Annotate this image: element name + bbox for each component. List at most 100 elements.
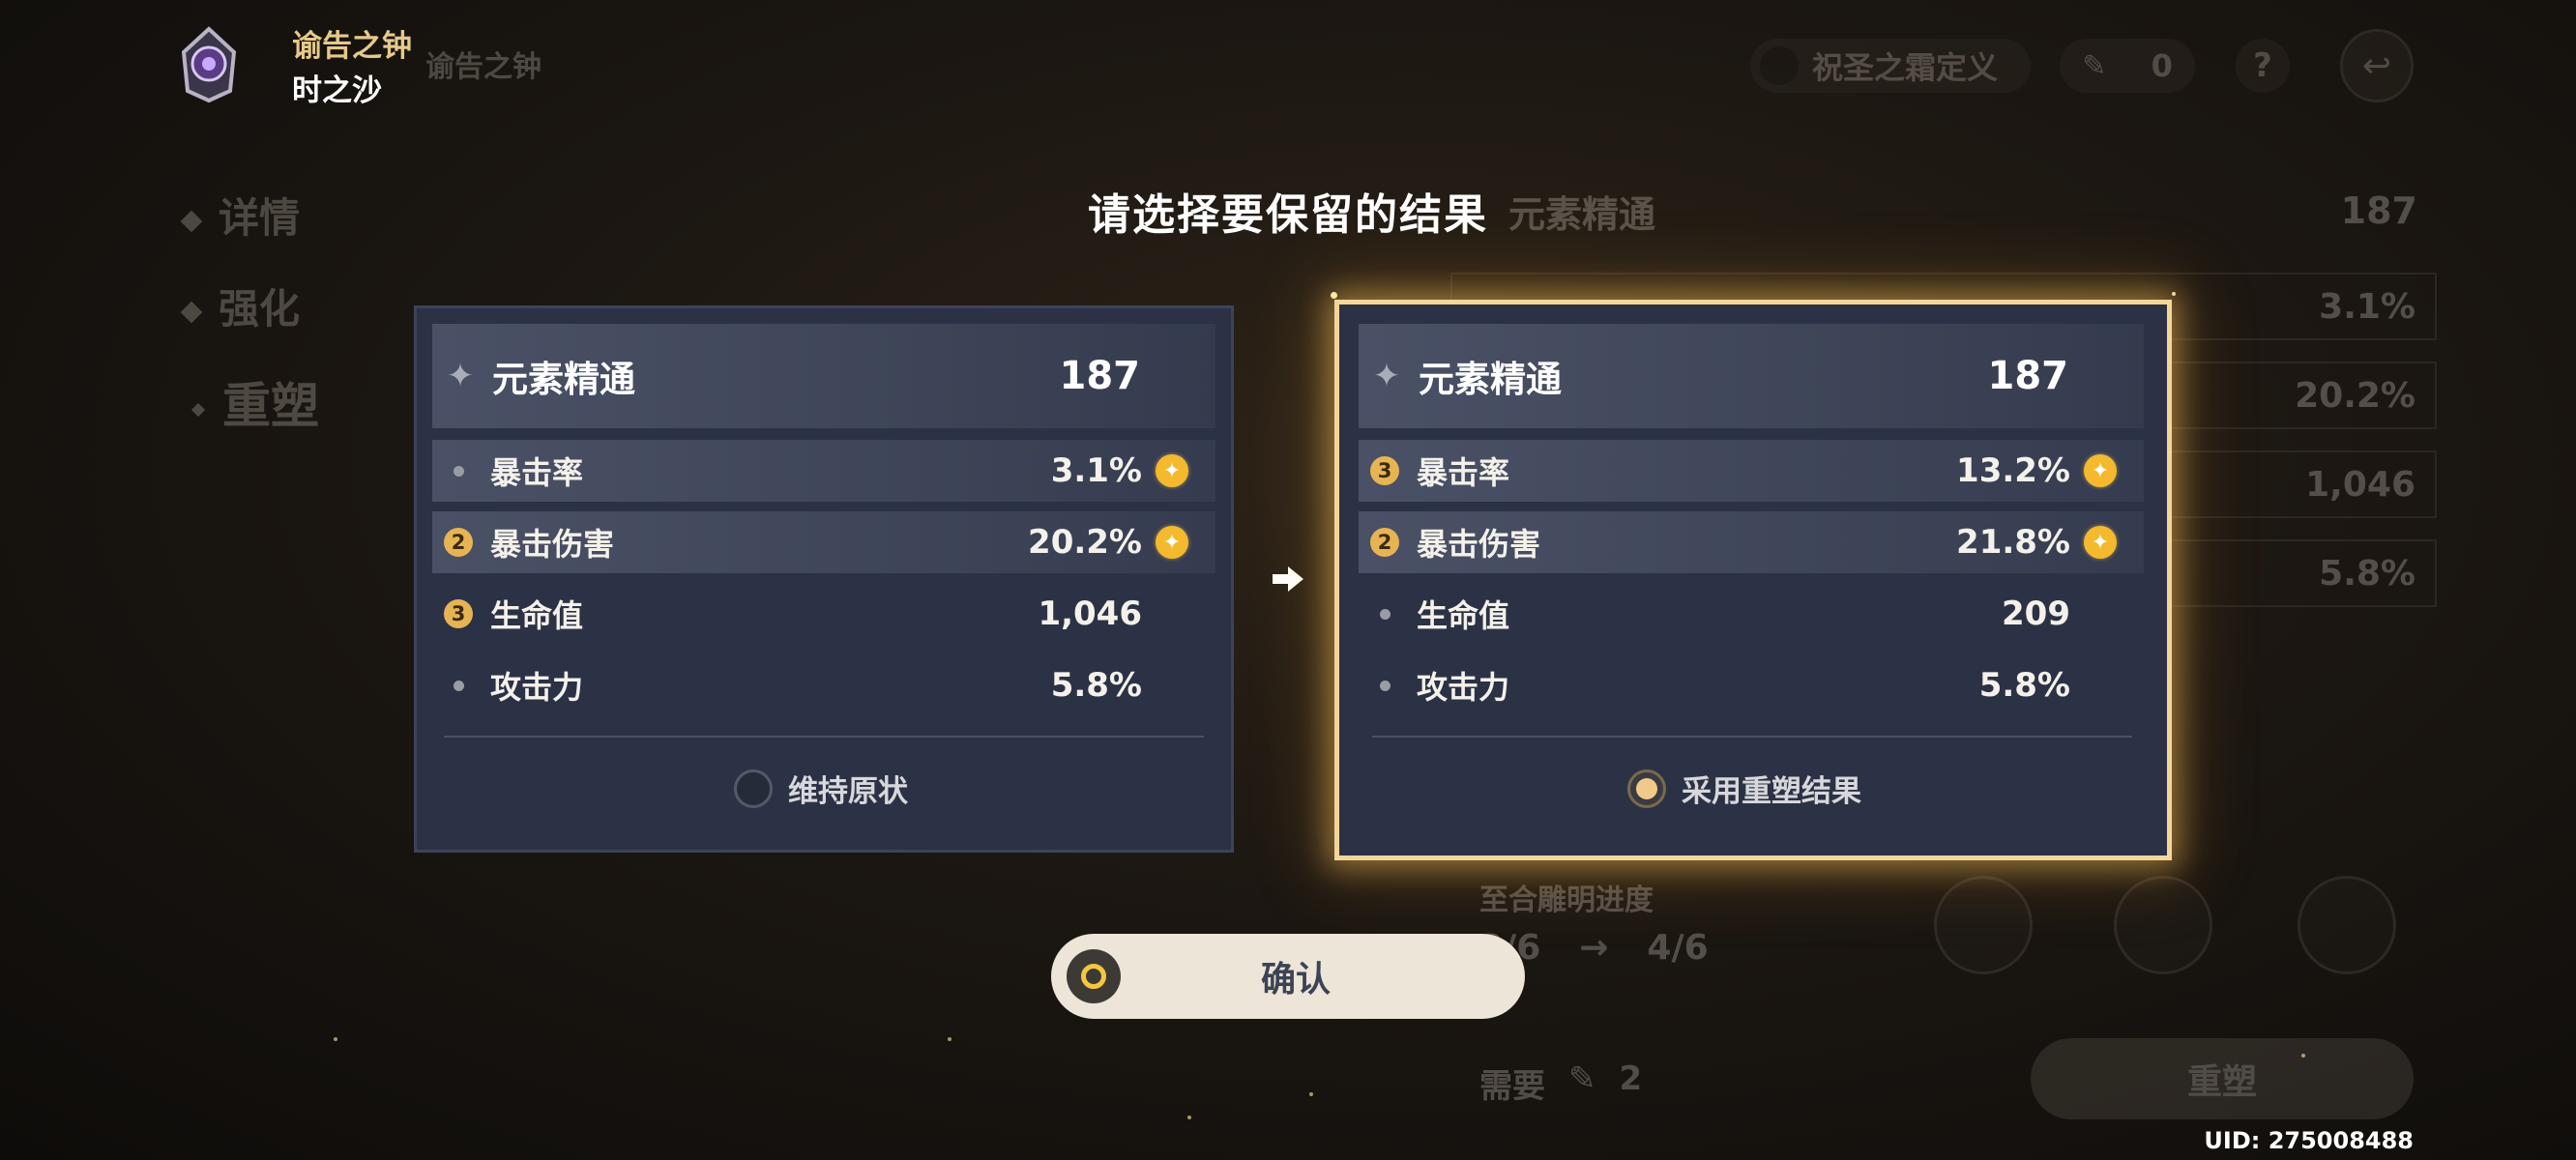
bg-resin-label: 祝圣之霜定义 — [1812, 49, 1999, 86]
bg-item-count: 0 — [2151, 47, 2173, 84]
sparkle-star-icon: ✦ — [446, 357, 475, 395]
bg-artifact-name: 谕告之钟 — [425, 50, 542, 84]
substat-row: 攻击力 5.8% — [1359, 654, 2144, 716]
question-icon: ? — [2236, 39, 2290, 93]
diamond-icon — [190, 402, 206, 417]
return-icon: ↩ — [2340, 29, 2414, 102]
roll-count-badge: 3 — [444, 599, 473, 628]
radio-button-selected[interactable] — [1627, 768, 1666, 808]
divider — [444, 736, 1204, 738]
bullet-icon — [1370, 599, 1399, 628]
bg-resin-pill: 祝圣之霜定义 — [1750, 39, 2031, 93]
roll-count: 3 — [444, 599, 473, 628]
substat-value: 5.8% — [1978, 666, 2070, 705]
bg-stat-value: 5.8% — [2319, 553, 2415, 594]
sparkle — [2172, 292, 2176, 296]
sparkle — [2301, 1054, 2305, 1058]
bg-nav-label: 重塑 — [222, 378, 319, 434]
substat-row: 3 暴击率 13.2% ✦ — [1359, 440, 2144, 502]
roll-count: 3 — [1370, 456, 1399, 485]
substat-value: 1,046 — [1038, 594, 1142, 633]
bg-slot-icon — [2298, 876, 2396, 974]
bg-slot-icon — [1934, 876, 2033, 974]
original-result-card[interactable]: ✦ 元素精通 187 暴击率 3.1% ✦ 2 暴击伤害 20.2% ✦ 3 生… — [414, 305, 1234, 853]
sparkle — [1309, 1092, 1313, 1096]
radio-button[interactable] — [734, 768, 773, 808]
bg-need-count: 2 — [1619, 1059, 1643, 1098]
keep-original-label: 维持原状 — [788, 774, 908, 809]
roll-count: 2 — [1370, 528, 1399, 557]
adopt-reshape-label: 采用重塑结果 — [1682, 774, 1861, 809]
bg-need: 需要 ✎ 2 — [1479, 1059, 1642, 1107]
bg-item-pill: ✎ 0 — [2060, 39, 2195, 93]
confirm-label: 确认 — [1260, 960, 1331, 1000]
artifact-set-name: 时之沙 — [292, 73, 382, 108]
substat-value: 209 — [2002, 594, 2070, 633]
substat-value: 21.8% — [1956, 523, 2070, 562]
bullet-icon — [444, 456, 473, 485]
substat-label: 生命值 — [1417, 597, 1510, 634]
main-stat-value: 187 — [1059, 354, 1141, 398]
substat-row: 生命值 209 — [1359, 583, 2144, 645]
feather-icon: ✎ — [2082, 48, 2107, 83]
confirm-circle-icon — [1067, 949, 1121, 1003]
bg-progress-to: 4/6 — [1647, 928, 1709, 968]
artifact-icon — [181, 26, 237, 103]
arrow-icon: → — [1579, 928, 1609, 968]
roll-count-badge: 3 — [1370, 456, 1399, 485]
artifact-name: 谕告之钟 — [292, 29, 412, 64]
feather-icon: ✎ — [1568, 1059, 1596, 1098]
confirm-button[interactable]: 确认 — [1051, 934, 1525, 1019]
reshaped-result-card[interactable]: ✦ 元素精通 187 3 暴击率 13.2% ✦ 2 暴击伤害 21.8% ✦ … — [1334, 300, 2172, 860]
bg-nav-reshape: 重塑 — [190, 367, 319, 437]
bg-nav-label: 强化 — [219, 285, 301, 333]
dialog-heading: 请选择要保留的结果 — [1088, 190, 1488, 240]
main-stat-label: 元素精通 — [492, 359, 635, 400]
substat-label: 暴击率 — [1417, 454, 1510, 491]
substat-value: 3.1% — [1050, 451, 1142, 490]
sparkle — [1331, 292, 1337, 299]
keep-original-option[interactable]: 维持原状 — [734, 767, 908, 810]
substat-label: 暴击伤害 — [490, 526, 615, 563]
bg-progress-label: 至合雕明进度 — [1479, 884, 1654, 917]
star-icon: ✦ — [1156, 526, 1188, 559]
substat-value: 5.8% — [1050, 666, 1142, 705]
star-icon: ✦ — [2084, 526, 2117, 559]
adopt-reshape-option[interactable]: 采用重塑结果 — [1627, 767, 1861, 810]
bg-stat-value: 1,046 — [2305, 464, 2415, 505]
substat-value: 20.2% — [1028, 523, 1142, 562]
sparkle — [1187, 1116, 1191, 1119]
substat-label: 暴击伤害 — [1417, 526, 1541, 563]
bullet-icon — [1370, 671, 1399, 700]
arrow-right-icon — [1273, 566, 1303, 592]
bullet-icon — [444, 671, 473, 700]
star-icon: ✦ — [1156, 454, 1188, 487]
sparkle — [334, 1037, 337, 1041]
substat-label: 攻击力 — [490, 669, 584, 706]
bg-slot-icon — [2114, 876, 2212, 974]
resin-icon — [1760, 46, 1799, 85]
uid-label: UID: 275008488 — [2204, 1127, 2414, 1154]
star-icon: ✦ — [2084, 454, 2117, 487]
substat-label: 攻击力 — [1417, 669, 1510, 706]
substat-row: 2 暴击伤害 21.8% ✦ — [1359, 511, 2144, 573]
bg-stat-value: 20.2% — [2295, 375, 2415, 416]
sparkle — [948, 1037, 951, 1041]
substat-label: 生命值 — [490, 597, 584, 634]
roll-count: 2 — [444, 528, 473, 557]
divider — [1372, 736, 2132, 738]
main-stat-label: 元素精通 — [1419, 359, 1562, 400]
bg-reshape-button: 重塑 — [2031, 1038, 2414, 1119]
substat-label: 暴击率 — [490, 454, 584, 491]
bg-nav-enhance: 强化 — [180, 276, 301, 335]
substat-value: 13.2% — [1956, 451, 2070, 490]
sparkle-star-icon: ✦ — [1372, 357, 1401, 395]
bg-need-label: 需要 — [1479, 1067, 1545, 1106]
main-stat-row: ✦ 元素精通 187 — [1359, 324, 2144, 428]
main-stat-row: ✦ 元素精通 187 — [432, 324, 1215, 428]
roll-count-badge: 2 — [1370, 528, 1399, 557]
roll-count-badge: 2 — [444, 528, 473, 557]
bg-stat-value: 3.1% — [2319, 286, 2415, 327]
substat-row: 3 生命值 1,046 — [432, 583, 1215, 645]
substat-row: 攻击力 5.8% — [432, 654, 1215, 716]
